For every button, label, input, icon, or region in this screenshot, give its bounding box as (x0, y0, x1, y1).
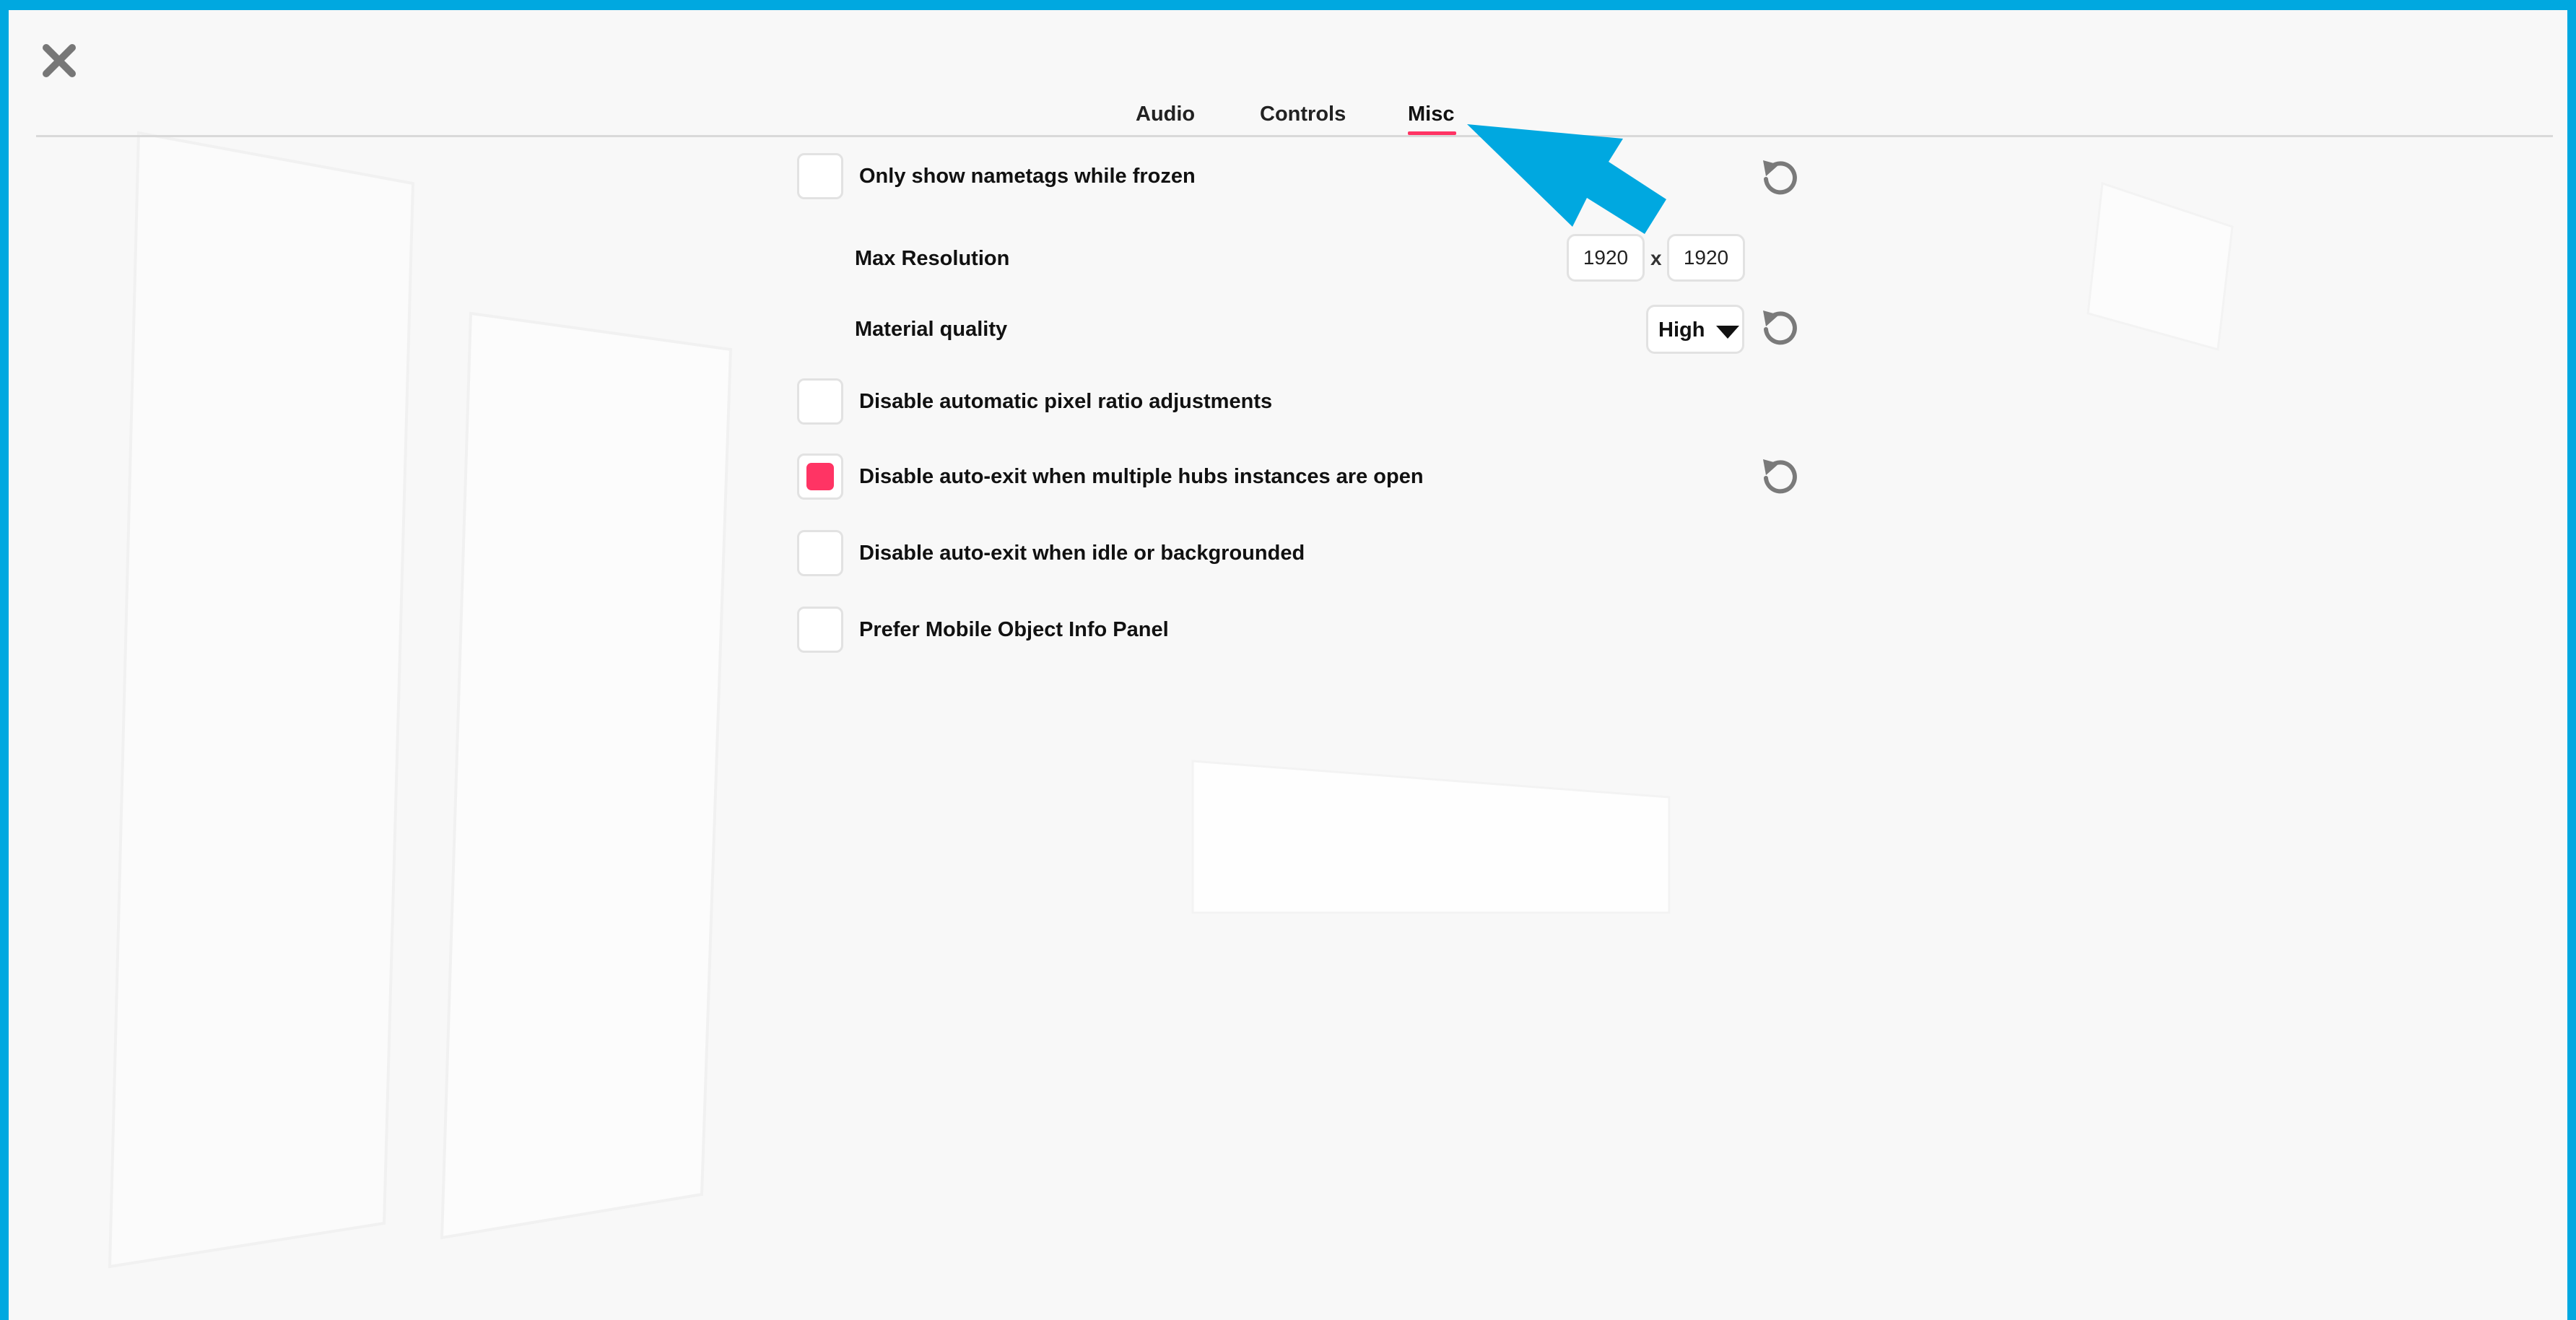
max-resolution-width-input[interactable] (1567, 234, 1645, 282)
max-resolution-label: Max Resolution (855, 247, 1010, 270)
idle-exit-label: Disable auto-exit when idle or backgroun… (859, 542, 1305, 565)
reset-icon (1763, 459, 1797, 494)
nametags-reset-button[interactable] (1757, 155, 1802, 199)
arrow-annotation-icon (1467, 124, 1666, 234)
multi-instance-exit-checkbox[interactable] (797, 453, 843, 500)
tab-audio[interactable]: Audio (1136, 103, 1195, 126)
checkbox-checked-mark (806, 463, 834, 490)
background-scene (108, 131, 2234, 1269)
caret-down-icon (1716, 326, 1739, 339)
tab-misc[interactable]: Misc (1408, 103, 1454, 126)
material-quality-value: High (1658, 318, 1705, 342)
nametags-label: Only show nametags while frozen (859, 165, 1196, 188)
close-button[interactable] (38, 39, 81, 82)
multi-instance-exit-label: Disable auto-exit when multiple hubs ins… (859, 465, 1424, 488)
reset-icon (1763, 160, 1797, 195)
mobile-panel-checkbox[interactable] (797, 607, 843, 653)
mobile-panel-label: Prefer Mobile Object Info Panel (859, 618, 1169, 641)
material-quality-reset-button[interactable] (1757, 305, 1802, 349)
reset-icon (1763, 311, 1797, 345)
close-icon (43, 44, 76, 77)
idle-exit-checkbox[interactable] (797, 530, 843, 576)
tabs-divider (36, 135, 2553, 137)
settings-window: Audio Controls Misc Only show nametags w… (0, 0, 2576, 1320)
resolution-separator: x (1650, 247, 1662, 269)
pixel-ratio-label: Disable automatic pixel ratio adjustment… (859, 390, 1273, 413)
material-quality-select[interactable]: High (1646, 305, 1744, 354)
pixel-ratio-checkbox[interactable] (797, 378, 843, 425)
material-quality-label: Material quality (855, 318, 1008, 341)
nametags-checkbox[interactable] (797, 153, 843, 199)
multi-instance-exit-reset-button[interactable] (1757, 453, 1802, 498)
max-resolution-height-input[interactable] (1667, 234, 1745, 282)
tab-controls[interactable]: Controls (1260, 103, 1346, 126)
settings-tabs: Audio Controls Misc (9, 103, 2567, 135)
